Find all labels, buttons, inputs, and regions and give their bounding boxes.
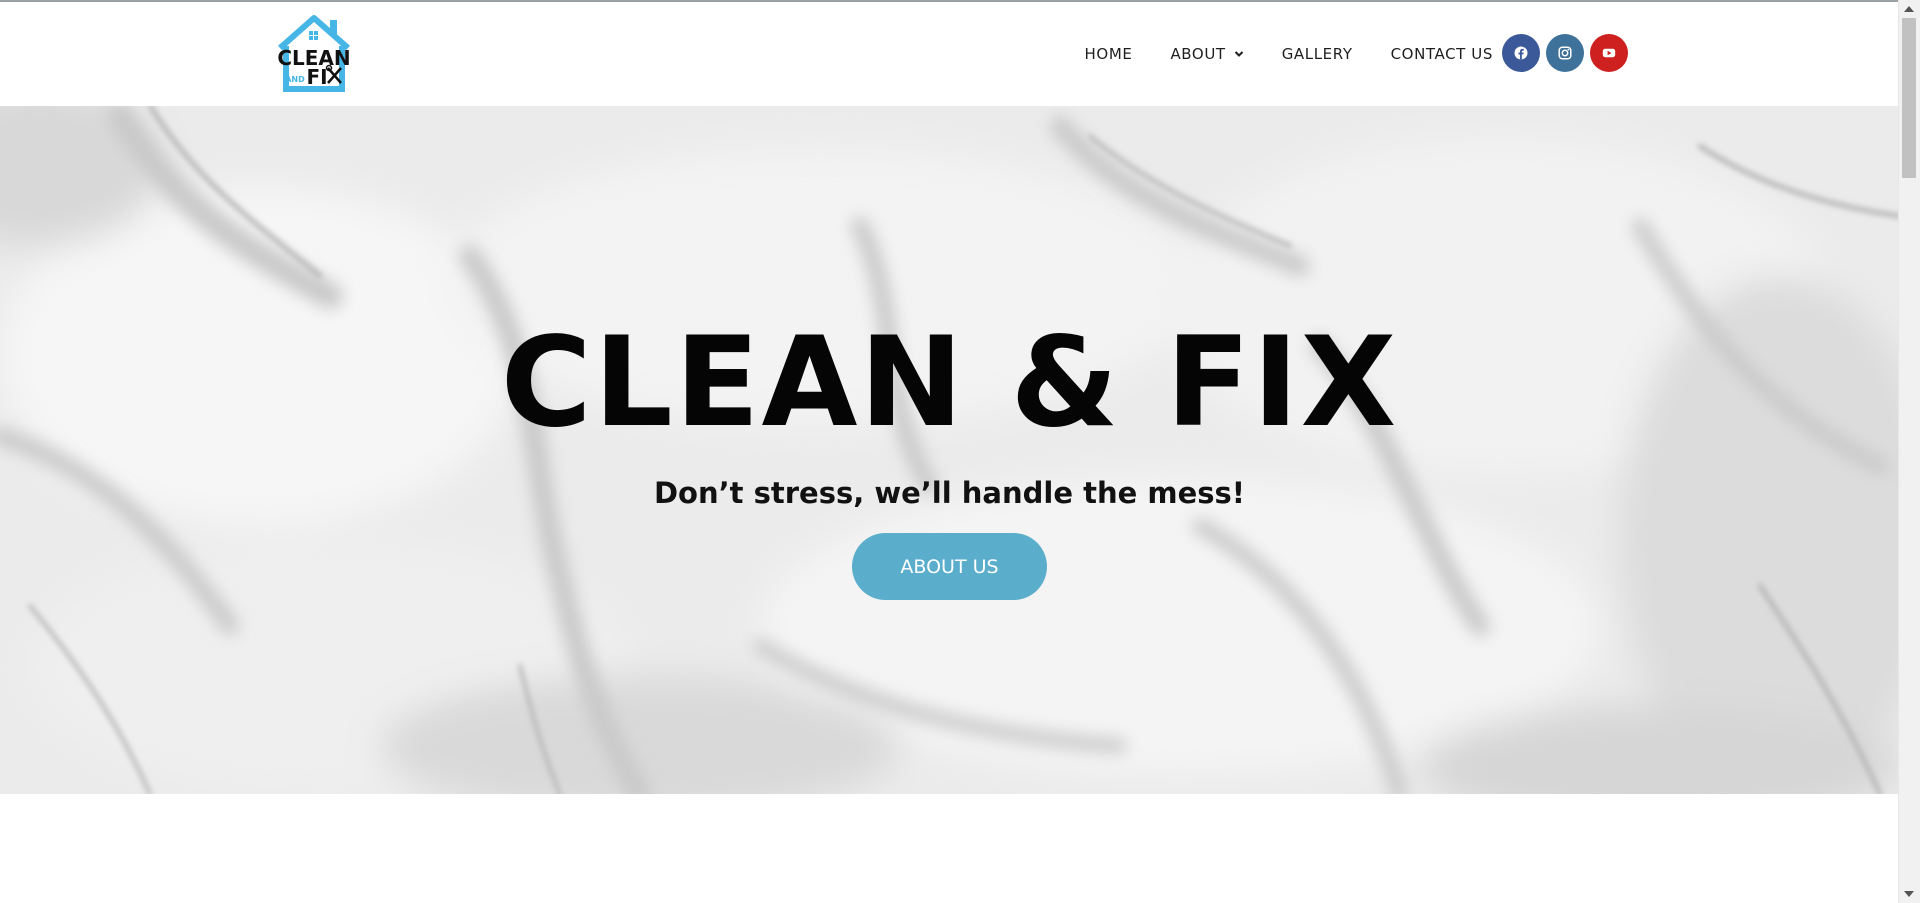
main-nav: HOME ABOUT GALLERY CONTACT US (1047, 2, 1493, 106)
instagram-icon (1558, 46, 1572, 60)
nav-home-label: HOME (1084, 45, 1133, 63)
nav-home[interactable]: HOME (1085, 45, 1133, 63)
nav-contact-us-label: CONTACT US (1390, 45, 1493, 63)
nav-about-label: ABOUT (1170, 45, 1226, 63)
site-logo[interactable]: CLEAN AND FI (274, 14, 354, 94)
hero-title: CLEAN & FIX (500, 311, 1399, 455)
page-scrollbar[interactable] (1898, 0, 1920, 903)
facebook-icon (1514, 46, 1528, 60)
instagram-button[interactable] (1546, 34, 1584, 72)
hero-section: CLEAN & FIX Don’t stress, we’ll handle t… (0, 106, 1899, 794)
chevron-down-icon (1234, 51, 1243, 57)
scroll-up-arrow[interactable] (1904, 6, 1914, 12)
browser-viewport: CLEAN AND FI HOME ABOUT GALLERY CONTACT … (0, 0, 1920, 903)
scroll-thumb[interactable] (1902, 18, 1916, 178)
youtube-icon (1602, 48, 1616, 58)
logo-house-icon: CLEAN AND FI (277, 15, 351, 92)
nav-contact-us[interactable]: CONTACT US (1391, 45, 1493, 63)
nav-about[interactable]: ABOUT (1170, 45, 1243, 63)
content-section (0, 794, 1899, 903)
hero-subtitle: Don’t stress, we’ll handle the mess! (653, 476, 1246, 510)
about-us-button[interactable]: ABOUT US (852, 533, 1047, 600)
social-links (1502, 34, 1628, 72)
nav-gallery-label: GALLERY (1281, 45, 1353, 63)
facebook-button[interactable] (1502, 34, 1540, 72)
youtube-button[interactable] (1590, 34, 1628, 72)
nav-gallery[interactable]: GALLERY (1282, 45, 1353, 63)
svg-text:AND: AND (285, 75, 305, 84)
scroll-down-arrow[interactable] (1904, 891, 1914, 897)
svg-text:FI: FI (306, 65, 327, 89)
site-header: CLEAN AND FI HOME ABOUT GALLERY CONTACT … (0, 2, 1899, 106)
